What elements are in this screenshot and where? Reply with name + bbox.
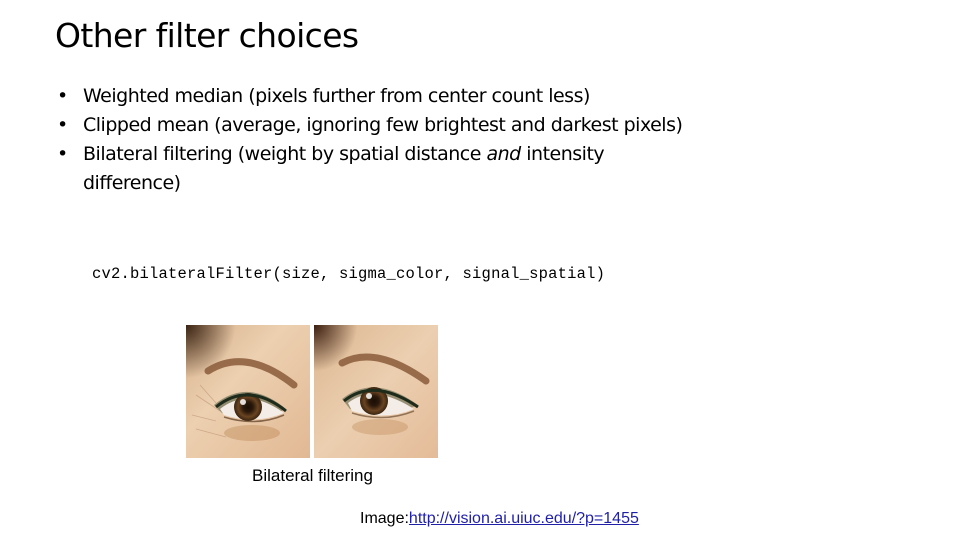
credit-label: Image: [360,510,409,527]
filtered-eye-image [314,325,438,458]
bullet-text: Weighted median (pixels further from cen… [83,85,590,107]
bullet-text: Clipped mean (average, ignoring few brig… [83,114,683,136]
bullet-icon: • [57,114,68,136]
bullet-emphasis: and [486,143,521,165]
bullet-icon: • [57,143,68,165]
original-eye-image [186,325,310,458]
bullet-item: • Weighted median (pixels further from c… [55,82,695,111]
bullet-text: Bilateral filtering (weight by spatial d… [83,143,487,165]
bullet-item: • Clipped mean (average, ignoring few br… [55,111,695,140]
bullet-list: • Weighted median (pixels further from c… [55,82,695,198]
code-snippet: cv2.bilateralFilter(size, sigma_color, s… [92,265,606,283]
image-credit: Image:http://vision.ai.uiuc.edu/?p=1455 [360,510,639,528]
source-link[interactable]: http://vision.ai.uiuc.edu/?p=1455 [409,510,639,527]
eye-photo-original [186,325,310,458]
slide-title: Other filter choices [55,16,359,55]
bullet-item: • Bilateral filtering (weight by spatial… [55,140,695,198]
eye-photo-filtered [314,325,438,458]
figure-caption: Bilateral filtering [252,466,373,485]
bullet-icon: • [57,85,68,107]
